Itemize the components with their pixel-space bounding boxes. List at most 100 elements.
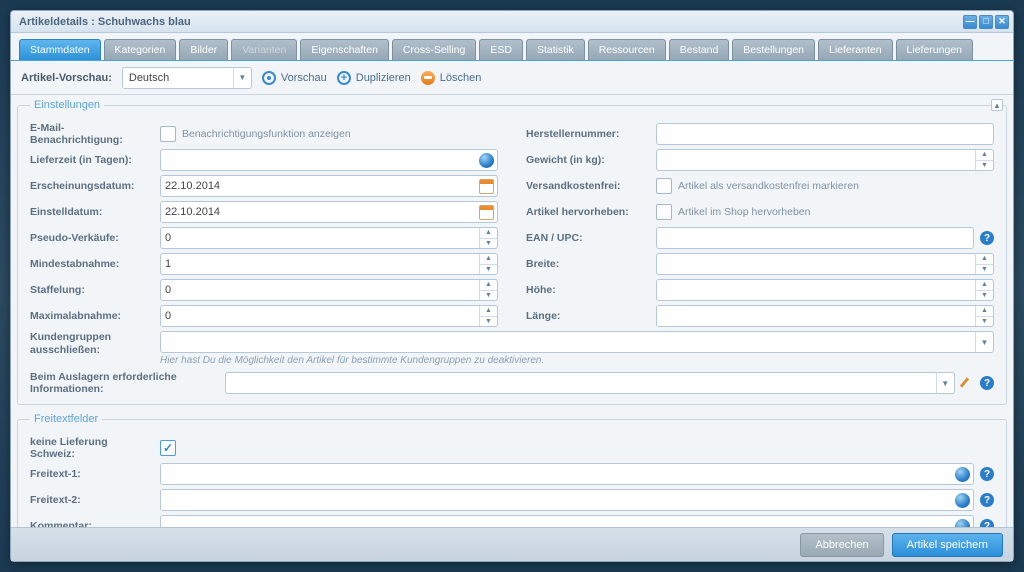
globe-icon[interactable] (955, 519, 970, 527)
globe-icon[interactable] (479, 153, 494, 168)
eye-icon (262, 71, 276, 85)
row-outinfo: Beim Auslagern erforderliche Information… (30, 370, 994, 396)
language-value: Deutsch (129, 72, 169, 84)
tab-bilder[interactable]: Bilder (179, 39, 228, 60)
tab-bestand[interactable]: Bestand (669, 39, 730, 60)
row-email: E-Mail-Benachrichtigung: Benachrichtigun… (30, 121, 498, 147)
row-kommentar: Kommentar: ? (30, 513, 994, 527)
nodelivery-checkbox[interactable] (160, 440, 176, 456)
custgroup-select[interactable]: ▼ (160, 331, 994, 353)
row-ean: EAN / UPC: ? (526, 225, 994, 251)
duplicate-button[interactable]: Duplizieren (337, 71, 411, 85)
row-height: Höhe: ▲▼ (526, 277, 994, 303)
delivery-input[interactable] (160, 149, 498, 171)
window-body: Stammdaten Kategorien Bilder Varianten E… (11, 33, 1013, 561)
calendar-icon[interactable] (479, 179, 494, 194)
row-created: Einstelldatum: 22.10.2014 (30, 199, 498, 225)
shipfree-checkbox[interactable] (656, 178, 672, 194)
spinner-icon[interactable]: ▲▼ (479, 228, 497, 248)
help-icon[interactable]: ? (980, 231, 994, 245)
row-step: Staffelung: 0▲▼ (30, 277, 498, 303)
preview-label: Artikel-Vorschau: (21, 72, 112, 84)
maximize-button[interactable]: □ (979, 15, 993, 29)
kommentar-input[interactable] (160, 515, 974, 527)
custgroup-help: Hier hast Du die Möglichkeit den Artikel… (160, 355, 994, 366)
width-input[interactable]: ▲▼ (656, 253, 994, 275)
titlebar[interactable]: Artikeldetails : Schuhwachs blau — □ ✕ (11, 11, 1013, 33)
tab-crossselling[interactable]: Cross-Selling (392, 39, 476, 60)
row-weight: Gewicht (in kg): ▲▼ (526, 147, 994, 173)
spinner-icon[interactable]: ▲▼ (479, 280, 497, 300)
tab-esd[interactable]: ESD (479, 39, 523, 60)
content-scroll[interactable]: ▲ Einstellungen E-Mail-Benachrichtigung:… (11, 95, 1013, 527)
preview-button[interactable]: Vorschau (262, 71, 327, 85)
globe-icon[interactable] (955, 493, 970, 508)
minorder-input[interactable]: 1▲▼ (160, 253, 498, 275)
row-nodelivery: keine Lieferung Schweiz: (30, 435, 994, 461)
tab-bestellungen[interactable]: Bestellungen (732, 39, 815, 60)
ean-input[interactable] (656, 227, 974, 249)
spinner-icon[interactable]: ▲▼ (975, 150, 993, 170)
article-detail-window: Artikeldetails : Schuhwachs blau — □ ✕ S… (10, 10, 1014, 562)
help-icon[interactable]: ? (980, 376, 994, 390)
delete-button[interactable]: Löschen (421, 71, 482, 85)
chevron-down-icon: ▼ (233, 68, 251, 88)
row-custgroup: Kundengruppen ausschließen: ▼ (30, 331, 994, 357)
language-select[interactable]: Deutsch ▼ (122, 67, 252, 89)
row-mfr: Herstellernummer: (526, 121, 994, 147)
globe-icon[interactable] (955, 467, 970, 482)
tab-lieferanten[interactable]: Lieferanten (818, 39, 893, 60)
row-release: Erscheinungsdatum: 22.10.2014 (30, 173, 498, 199)
step-input[interactable]: 0▲▼ (160, 279, 498, 301)
row-minorder: Mindestabnahme: 1▲▼ (30, 251, 498, 277)
close-button[interactable]: ✕ (995, 15, 1009, 29)
spinner-icon[interactable]: ▲▼ (975, 254, 993, 274)
cancel-button[interactable]: Abbrechen (800, 533, 883, 557)
outinfo-select[interactable]: ▼ (225, 372, 955, 394)
row-freitext1: Freitext-1: ? (30, 461, 994, 487)
row-freitext2: Freitext-2: ? (30, 487, 994, 513)
spinner-icon[interactable]: ▲▼ (479, 254, 497, 274)
spinner-icon[interactable]: ▲▼ (479, 306, 497, 326)
row-width: Breite: ▲▼ (526, 251, 994, 277)
row-shipfree: Versandkostenfrei: Artikel als versandko… (526, 173, 994, 199)
pencil-icon[interactable] (961, 376, 974, 390)
tab-eigenschaften[interactable]: Eigenschaften (300, 39, 389, 60)
help-icon[interactable]: ? (980, 493, 994, 507)
window-title: Artikeldetails : Schuhwachs blau (19, 16, 961, 28)
created-date-input[interactable]: 22.10.2014 (160, 201, 498, 223)
release-date-input[interactable]: 22.10.2014 (160, 175, 498, 197)
row-pseudo: Pseudo-Verkäufe: 0▲▼ (30, 225, 498, 251)
tab-lieferungen[interactable]: Lieferungen (896, 39, 973, 60)
tab-stammdaten[interactable]: Stammdaten (19, 39, 101, 60)
weight-input[interactable]: ▲▼ (656, 149, 994, 171)
tab-ressourcen[interactable]: Ressourcen (588, 39, 666, 60)
tab-kategorien[interactable]: Kategorien (104, 39, 177, 60)
row-maxorder: Maximalabnahme: 0▲▼ (30, 303, 498, 329)
email-checkbox[interactable] (160, 126, 176, 142)
maxorder-input[interactable]: 0▲▼ (160, 305, 498, 327)
spinner-icon[interactable]: ▲▼ (975, 280, 993, 300)
freitext1-input[interactable] (160, 463, 974, 485)
tab-statistik[interactable]: Statistik (526, 39, 585, 60)
tabbar: Stammdaten Kategorien Bilder Varianten E… (11, 33, 1013, 61)
scroll-up-arrow[interactable]: ▲ (991, 99, 1003, 111)
length-input[interactable]: ▲▼ (656, 305, 994, 327)
tab-varianten[interactable]: Varianten (231, 39, 297, 60)
pseudo-input[interactable]: 0▲▼ (160, 227, 498, 249)
help-icon[interactable]: ? (980, 467, 994, 481)
spinner-icon[interactable]: ▲▼ (975, 306, 993, 326)
mfr-input[interactable] (656, 123, 994, 145)
save-button[interactable]: Artikel speichern (892, 533, 1003, 557)
minus-circle-icon (421, 71, 435, 85)
row-highlight: Artikel hervorheben: Artikel im Shop her… (526, 199, 994, 225)
plus-circle-icon (337, 71, 351, 85)
freitext2-input[interactable] (160, 489, 974, 511)
height-input[interactable]: ▲▼ (656, 279, 994, 301)
help-icon[interactable]: ? (980, 519, 994, 527)
preview-toolbar: Artikel-Vorschau: Deutsch ▼ Vorschau Dup… (11, 61, 1013, 95)
freetext-fieldset: Freitextfelder keine Lieferung Schweiz: … (17, 413, 1007, 527)
highlight-checkbox[interactable] (656, 204, 672, 220)
minimize-button[interactable]: — (963, 15, 977, 29)
calendar-icon[interactable] (479, 205, 494, 220)
